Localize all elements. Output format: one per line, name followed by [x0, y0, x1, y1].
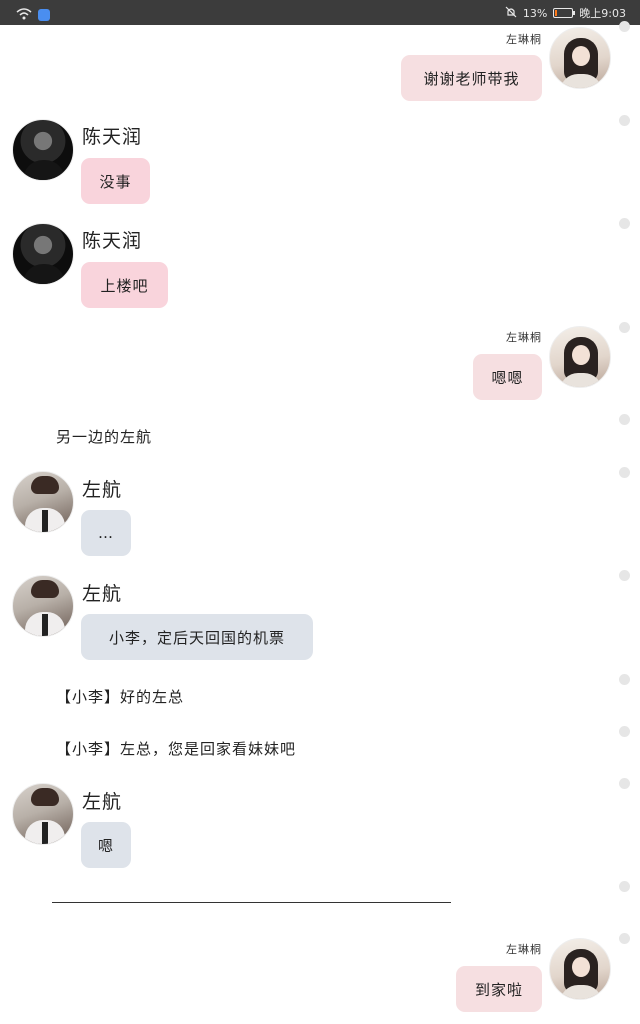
scroll-dot — [619, 570, 630, 581]
battery-percent: 13% — [522, 6, 548, 20]
status-right: 13% 晚上9:03 — [505, 5, 626, 21]
message-bubble[interactable]: 嗯 — [81, 822, 131, 868]
avatar[interactable] — [12, 471, 74, 533]
status-bar: 13% 晚上9:03 — [0, 0, 640, 25]
avatar[interactable] — [12, 575, 74, 637]
mute-bell-icon — [505, 6, 517, 21]
sender-name: 陈天润 — [82, 126, 143, 148]
scroll-dot — [619, 778, 630, 789]
message-bubble[interactable]: 上楼吧 — [81, 262, 168, 308]
scroll-dot — [619, 933, 630, 944]
sender-name: 左琳桐 — [506, 33, 542, 46]
sender-name: 左琳桐 — [506, 943, 542, 956]
avatar[interactable] — [12, 119, 74, 181]
message-bubble[interactable]: 小李，定后天回国的机票 — [81, 614, 313, 660]
app-icon — [38, 8, 50, 21]
message-bubble[interactable]: 谢谢老师带我 — [401, 55, 542, 101]
wifi-icon — [16, 5, 32, 24]
sender-name: 左航 — [82, 479, 123, 501]
message-bubble[interactable]: 没事 — [81, 158, 150, 204]
battery-icon — [553, 8, 576, 18]
avatar[interactable] — [549, 326, 611, 388]
scroll-dot — [619, 218, 630, 229]
scroll-dot — [619, 674, 630, 685]
message-bubble[interactable]: … — [81, 510, 131, 556]
status-left — [16, 5, 50, 24]
battery-fill — [555, 10, 558, 16]
scroll-dot — [619, 726, 630, 737]
avatar[interactable] — [549, 27, 611, 89]
avatar[interactable] — [549, 938, 611, 1000]
sender-name: 左航 — [82, 583, 123, 605]
sender-name: 陈天润 — [82, 230, 143, 252]
message-bubble[interactable]: 到家啦 — [456, 966, 542, 1012]
sender-name: 左航 — [82, 791, 123, 813]
scroll-dot — [619, 21, 630, 32]
narration-text: 【小李】左总，您是回家看妹妹吧 — [56, 740, 297, 758]
divider-line — [52, 902, 451, 903]
avatar[interactable] — [12, 783, 74, 845]
scroll-dot — [619, 115, 630, 126]
scroll-dot — [619, 881, 630, 892]
clock: 晚上9:03 — [579, 7, 626, 20]
narration-text: 【小李】好的左总 — [56, 688, 185, 706]
message-bubble[interactable]: 嗯嗯 — [473, 354, 542, 400]
scroll-dot — [619, 322, 630, 333]
avatar[interactable] — [12, 223, 74, 285]
sender-name: 左琳桐 — [506, 331, 542, 344]
narration-text: 另一边的左航 — [56, 428, 153, 446]
scroll-dot — [619, 467, 630, 478]
scroll-dot — [619, 414, 630, 425]
